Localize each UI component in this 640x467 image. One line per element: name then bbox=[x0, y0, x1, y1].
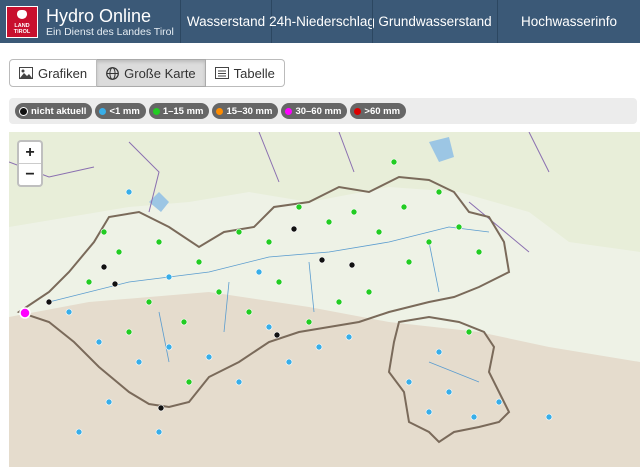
legend-label: >60 mm bbox=[364, 105, 401, 117]
grafiken-label: Grafiken bbox=[38, 65, 88, 81]
view-toggle-group: Grafiken Große Karte Tabelle bbox=[9, 59, 285, 87]
nav-hochwasserinfo[interactable]: Hochwasserinfo bbox=[497, 0, 640, 43]
top-navbar: LAND TIROL Hydro Online Ein Dienst des L… bbox=[0, 0, 640, 43]
legend-label: 1–15 mm bbox=[162, 105, 204, 117]
nav-24h-niederschlag[interactable]: 24h-Niederschlag bbox=[269, 0, 375, 43]
image-icon bbox=[19, 67, 33, 79]
zoom-out-button[interactable]: − bbox=[19, 164, 41, 185]
app-subtitle: Ein Dienst des Landes Tirol bbox=[46, 25, 174, 38]
legend-label: nicht aktuell bbox=[31, 105, 87, 117]
map-canvas[interactable] bbox=[9, 132, 640, 467]
grosse-karte-button[interactable]: Große Karte bbox=[97, 59, 206, 87]
precipitation-legend: nicht aktuell <1 mm 1–15 mm 15–30 mm 30–… bbox=[9, 98, 637, 124]
globe-icon bbox=[106, 66, 120, 80]
legend-nicht-aktuell[interactable]: nicht aktuell bbox=[15, 103, 93, 119]
legend-dot-orange bbox=[216, 107, 224, 115]
brand[interactable]: LAND TIROL Hydro Online Ein Dienst des L… bbox=[0, 0, 180, 43]
legend-15-30[interactable]: 15–30 mm bbox=[212, 103, 279, 119]
nav-wasserstand[interactable]: Wasserstand bbox=[180, 0, 271, 43]
zoom-control: + − bbox=[17, 140, 43, 187]
grafiken-button[interactable]: Grafiken bbox=[9, 59, 98, 87]
table-icon bbox=[214, 67, 229, 79]
logo-text-tirol: TIROL bbox=[13, 28, 31, 35]
legend-lt1[interactable]: <1 mm bbox=[95, 103, 146, 119]
zoom-in-button[interactable]: + bbox=[19, 142, 41, 164]
app-title: Hydro Online bbox=[46, 5, 152, 26]
map-view[interactable]: + − bbox=[9, 132, 640, 467]
legend-dot-red bbox=[354, 107, 362, 115]
eagle-icon bbox=[17, 9, 27, 19]
legend-1-15[interactable]: 1–15 mm bbox=[148, 103, 210, 119]
tirol-logo: LAND TIROL bbox=[6, 5, 38, 38]
grosse-karte-label: Große Karte bbox=[124, 65, 196, 81]
legend-dot-black bbox=[19, 106, 28, 116]
legend-dot-green bbox=[152, 107, 160, 115]
legend-dot-blue bbox=[99, 107, 107, 115]
tabelle-label: Tabelle bbox=[233, 65, 275, 81]
legend-dot-magenta bbox=[285, 107, 293, 115]
legend-label: 15–30 mm bbox=[226, 105, 273, 117]
legend-30-60[interactable]: 30–60 mm bbox=[281, 103, 348, 119]
legend-gt60[interactable]: >60 mm bbox=[350, 103, 407, 119]
tabelle-button[interactable]: Tabelle bbox=[205, 59, 285, 87]
stations-magenta bbox=[19, 307, 31, 319]
legend-label: 30–60 mm bbox=[295, 105, 342, 117]
legend-label: <1 mm bbox=[109, 105, 140, 117]
nav-grundwasserstand[interactable]: Grundwasserstand bbox=[372, 0, 497, 43]
